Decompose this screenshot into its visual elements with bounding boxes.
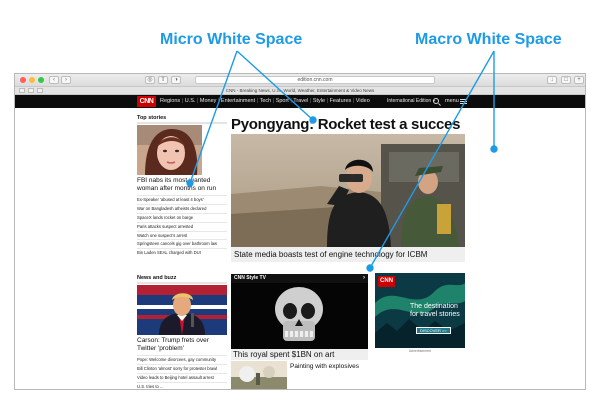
main-story-photo[interactable] <box>231 134 465 247</box>
address-bar[interactable]: edition.cnn.com <box>195 76 435 84</box>
list-item[interactable]: Bill Clinton 'almost' sorry for proteste… <box>137 363 227 373</box>
news-buzz-photo[interactable] <box>137 285 227 335</box>
list-item[interactable]: War on Bangladesh atheists declared <box>137 203 227 213</box>
style-tv-header[interactable]: CNN Style TV › <box>231 274 368 283</box>
list-item[interactable]: Video leads to Beijing hotel assault arr… <box>137 372 227 382</box>
forward-icon[interactable]: › <box>61 76 71 84</box>
main-nav: Regions | U.S. | Money | Entertainment |… <box>160 98 370 104</box>
list-item[interactable]: Paris attacks suspect arrested <box>137 221 227 231</box>
list-item[interactable]: Bin Laden SEAL charged with DUI <box>137 248 227 257</box>
ad-cnn-logo: CNN <box>378 276 395 287</box>
discover-button[interactable]: DISCOVER >> <box>416 327 451 334</box>
nav-regions[interactable]: Regions <box>160 98 180 104</box>
reader-icon[interactable]: ◎ <box>145 76 155 84</box>
cnn-navbar: CNN Regions | U.S. | Money | Entertainme… <box>15 95 585 108</box>
search-icon[interactable] <box>433 98 439 104</box>
macro-white-space-label: Macro White Space <box>415 31 562 48</box>
close-window-icon[interactable] <box>20 77 26 83</box>
list-item[interactable]: Springsteen cancels gig over bathroom la… <box>137 239 227 248</box>
tab-bar: CNN - Breaking News, U.S., World, Weathe… <box>15 87 585 95</box>
browser-titlebar: ‹ › ◎ ⇧ ◑ edition.cnn.com ↓ □ + <box>15 74 585 87</box>
tabs-overview-icon[interactable]: □ <box>561 76 571 84</box>
news-buzz-list: Pope: Welcome divorcees, gay community B… <box>137 355 227 389</box>
nav-style[interactable]: Style <box>313 98 325 104</box>
nav-sport[interactable]: Sport <box>276 98 289 104</box>
ad-text: The destination for travel stories <box>410 303 460 318</box>
woman-portrait-image <box>137 125 202 175</box>
news-buzz-headline[interactable]: Carson: Trump frets over Twitter 'proble… <box>137 337 229 353</box>
download-icon[interactable]: ↓ <box>547 76 557 84</box>
news-buzz-header: News and buzz <box>137 275 227 284</box>
extension-icon[interactable]: ◑ <box>171 76 181 84</box>
trump-speaking-image <box>137 285 227 335</box>
list-item[interactable]: U.S. tries to ... <box>137 381 227 389</box>
list-item[interactable]: Pope: Welcome divorcees, gay community <box>137 355 227 364</box>
nav-us[interactable]: U.S. <box>185 98 196 104</box>
top-stories-header: Top stories <box>137 115 227 124</box>
list-item[interactable]: Ex-Speaker 'abused at least 4 boys' <box>137 195 227 204</box>
browser-window: ‹ › ◎ ⇧ ◑ edition.cnn.com ↓ □ + CNN - Br… <box>14 73 586 390</box>
nav-features[interactable]: Features <box>330 98 352 104</box>
menu-label[interactable]: menu <box>445 98 459 105</box>
nav-tech[interactable]: Tech <box>260 98 272 104</box>
explosives-painting-image <box>231 361 287 389</box>
share-icon[interactable]: ⇧ <box>158 76 168 84</box>
tab-title[interactable]: CNN - Breaking News, U.S., World, Weathe… <box>15 88 585 94</box>
nav-travel[interactable]: Travel <box>293 98 308 104</box>
zoom-window-icon[interactable] <box>38 77 44 83</box>
top-stories-list: Ex-Speaker 'abused at least 4 boys' War … <box>137 195 227 257</box>
hamburger-menu-icon[interactable] <box>460 99 467 104</box>
travel-advertisement[interactable]: CNN The destination for travel stories D… <box>375 273 465 348</box>
edition-selector[interactable]: International Edition + <box>387 98 436 105</box>
back-icon[interactable]: ‹ <box>49 76 59 84</box>
main-story-caption[interactable]: State media boasts test of engine techno… <box>231 247 465 262</box>
style-tv-photo[interactable] <box>231 283 368 349</box>
cnn-logo[interactable]: CNN <box>137 96 156 107</box>
chevron-right-icon[interactable]: › <box>363 274 365 283</box>
top-story-headline[interactable]: FBI nabs its most-wanted woman after mon… <box>137 177 229 193</box>
main-story-title[interactable]: Pyongyang: Rocket test a succes <box>231 116 460 133</box>
list-item[interactable]: SpaceX lands rocket on barge <box>137 212 227 222</box>
kim-binoculars-image <box>231 134 465 247</box>
nav-entertainment[interactable]: Entertainment <box>221 98 255 104</box>
diamond-skull-image <box>231 283 368 349</box>
explosives-caption[interactable]: Painting with explosives <box>290 363 359 371</box>
style-tv-caption[interactable]: This royal spent $1BN on art <box>231 349 368 360</box>
style-tv-title: CNN Style TV <box>234 275 266 281</box>
top-story-photo[interactable] <box>137 125 202 175</box>
ad-label: Advertisement <box>408 349 432 353</box>
nav-money[interactable]: Money <box>200 98 217 104</box>
new-tab-icon[interactable]: + <box>574 76 584 84</box>
micro-white-space-label: Micro White Space <box>160 31 303 48</box>
explosives-thumbnail[interactable] <box>231 361 287 389</box>
nav-video[interactable]: Video <box>356 98 370 104</box>
list-item[interactable]: Watch one suspect's arrest <box>137 230 227 240</box>
minimize-window-icon[interactable] <box>29 77 35 83</box>
